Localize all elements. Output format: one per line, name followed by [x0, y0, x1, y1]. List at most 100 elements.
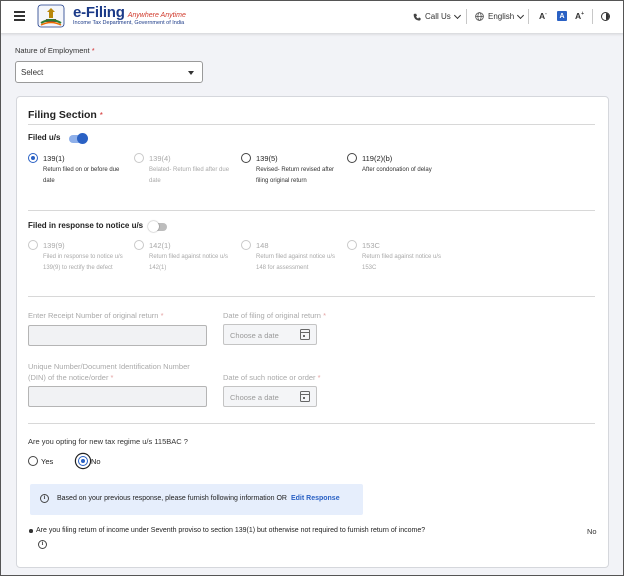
required-mark: * — [110, 373, 114, 382]
regime-yes-radio[interactable] — [28, 456, 38, 466]
filing-section-title-text: Filing Section — [28, 109, 97, 121]
chevron-down-icon — [453, 11, 461, 19]
font-decrease-button[interactable]: A- — [539, 11, 547, 21]
globe-icon — [475, 12, 484, 21]
filed-us-label: Filed u/s — [28, 133, 61, 142]
option-139-5-desc: Revised- Return revised after filing ori… — [256, 167, 335, 184]
header-divider — [592, 9, 593, 24]
option-139-1-code: 139(1) — [43, 154, 65, 163]
list-bullet — [29, 529, 33, 533]
font-increase-button[interactable]: A+ — [575, 11, 584, 21]
din-label-line2-text: (DIN) of the notice/order — [28, 373, 109, 382]
hamburger-menu-icon[interactable] — [14, 11, 25, 21]
language-label: English — [488, 12, 515, 21]
header-divider — [466, 9, 467, 24]
regime-no-radio[interactable] — [78, 456, 88, 466]
date-notice-label: Date of such notice or order * — [223, 373, 321, 382]
info-banner: i Based on your previous response, pleas… — [30, 484, 363, 515]
radio-119-2-b[interactable] — [347, 153, 357, 163]
receipt-label-text: Enter Receipt Number of original return — [28, 311, 159, 320]
regime-question: Are you opting for new tax regime u/s 11… — [28, 437, 188, 446]
receipt-number-input[interactable] — [28, 325, 207, 346]
brand-tagline: Anywhere Anytime — [127, 12, 186, 19]
divider — [28, 124, 595, 125]
brand-title: e-Filing Anywhere Anytime — [73, 4, 186, 21]
language-menu[interactable]: English — [475, 11, 525, 21]
chevron-down-icon — [517, 11, 525, 19]
radio-139-4[interactable] — [134, 153, 144, 163]
info-message: Based on your previous response, please … — [57, 495, 287, 502]
date-original-label: Date of filing of original return * — [223, 311, 326, 320]
notice-label: Filed in response to notice u/s — [28, 221, 144, 230]
date-placeholder: Choose a date — [230, 393, 279, 402]
info-text: Based on your previous response, please … — [57, 495, 340, 502]
required-mark: * — [160, 311, 164, 320]
font-plus-sign: + — [581, 11, 585, 18]
dropdown-arrow-icon — [188, 71, 194, 75]
info-icon: i — [40, 494, 49, 503]
calendar-icon[interactable] — [300, 391, 310, 402]
call-us-label: Call Us — [425, 12, 451, 21]
calendar-icon[interactable] — [300, 329, 310, 340]
option-139-4-code: 139(4) — [149, 154, 171, 163]
option-139-5-code: 139(5) — [256, 154, 278, 163]
required-mark: * — [91, 46, 95, 55]
divider — [28, 423, 595, 424]
seventh-proviso-question: Are you filing return of income under Se… — [36, 525, 426, 549]
employment-select-value: Select — [21, 68, 44, 77]
seventh-proviso-answer: No — [587, 527, 597, 536]
radio-139-9[interactable] — [28, 240, 38, 250]
brand-subtitle: Income Tax Department, Government of Ind… — [73, 20, 185, 26]
font-normal-label: A — [559, 12, 565, 20]
radio-139-1[interactable] — [28, 153, 38, 163]
option-148-code: 148 — [256, 241, 269, 250]
regime-yes-label: Yes — [41, 457, 54, 466]
top-header: e-Filing Anywhere Anytime Income Tax Depa… — [0, 0, 624, 33]
filing-section-title: Filing Section * — [28, 109, 103, 121]
emblem-logo-icon[interactable] — [37, 4, 65, 28]
option-119-2-b-code: 119(2)(b) — [362, 154, 393, 163]
din-label-line2: (DIN) of the notice/order * — [28, 373, 113, 382]
notice-toggle[interactable] — [148, 221, 167, 232]
header-divider — [528, 9, 529, 24]
din-input[interactable] — [28, 386, 207, 407]
divider — [28, 210, 595, 211]
radio-148[interactable] — [241, 240, 251, 250]
option-142-1-desc: Return filed against notice u/s 142(1) — [149, 254, 229, 271]
seventh-proviso-question-text: Are you filing return of income under Se… — [36, 527, 426, 534]
required-mark: * — [317, 373, 321, 382]
brand-name: e-Filing — [73, 4, 125, 21]
info-icon[interactable]: i — [38, 540, 47, 549]
radio-153c[interactable] — [347, 240, 357, 250]
receipt-label: Enter Receipt Number of original return … — [28, 311, 164, 320]
edit-response-link[interactable]: Edit Response — [291, 495, 340, 502]
date-notice-input[interactable]: Choose a date — [223, 386, 317, 407]
option-148-desc: Return filed against notice u/s 148 for … — [256, 254, 336, 271]
date-original-input[interactable]: Choose a date — [223, 324, 317, 345]
contrast-toggle-icon[interactable] — [601, 12, 610, 21]
option-139-4-desc: Belated- Return filed after due date — [149, 167, 230, 184]
option-153c-desc: Return filed against notice u/s 153C — [362, 254, 442, 271]
call-us-menu[interactable]: Call Us — [413, 11, 461, 21]
filed-us-toggle[interactable] — [69, 133, 88, 144]
option-119-2-b-desc: After condonation of delay — [362, 167, 432, 173]
radio-139-5[interactable] — [241, 153, 251, 163]
din-label-line1: Unique Number/Document Identification Nu… — [28, 362, 190, 371]
date-notice-label-text: Date of such notice or order — [223, 373, 316, 382]
option-139-9-code: 139(9) — [43, 241, 65, 250]
font-normal-button[interactable]: A — [557, 11, 567, 21]
toggle-knob — [77, 133, 88, 144]
employment-label-text: Nature of Employment — [15, 46, 90, 55]
phone-icon — [413, 13, 421, 21]
option-139-9-desc: Filed in response to notice u/s 139(9) t… — [43, 254, 123, 271]
date-placeholder: Choose a date — [230, 331, 279, 340]
regime-no-label: No — [91, 457, 101, 466]
required-mark: * — [99, 111, 103, 120]
divider — [28, 296, 595, 297]
toggle-knob — [148, 221, 159, 232]
employment-label: Nature of Employment * — [15, 46, 95, 55]
employment-select[interactable]: Select — [15, 61, 203, 83]
radio-142-1[interactable] — [134, 240, 144, 250]
required-mark: * — [323, 311, 326, 320]
date-original-label-text: Date of filing of original return — [223, 311, 321, 320]
